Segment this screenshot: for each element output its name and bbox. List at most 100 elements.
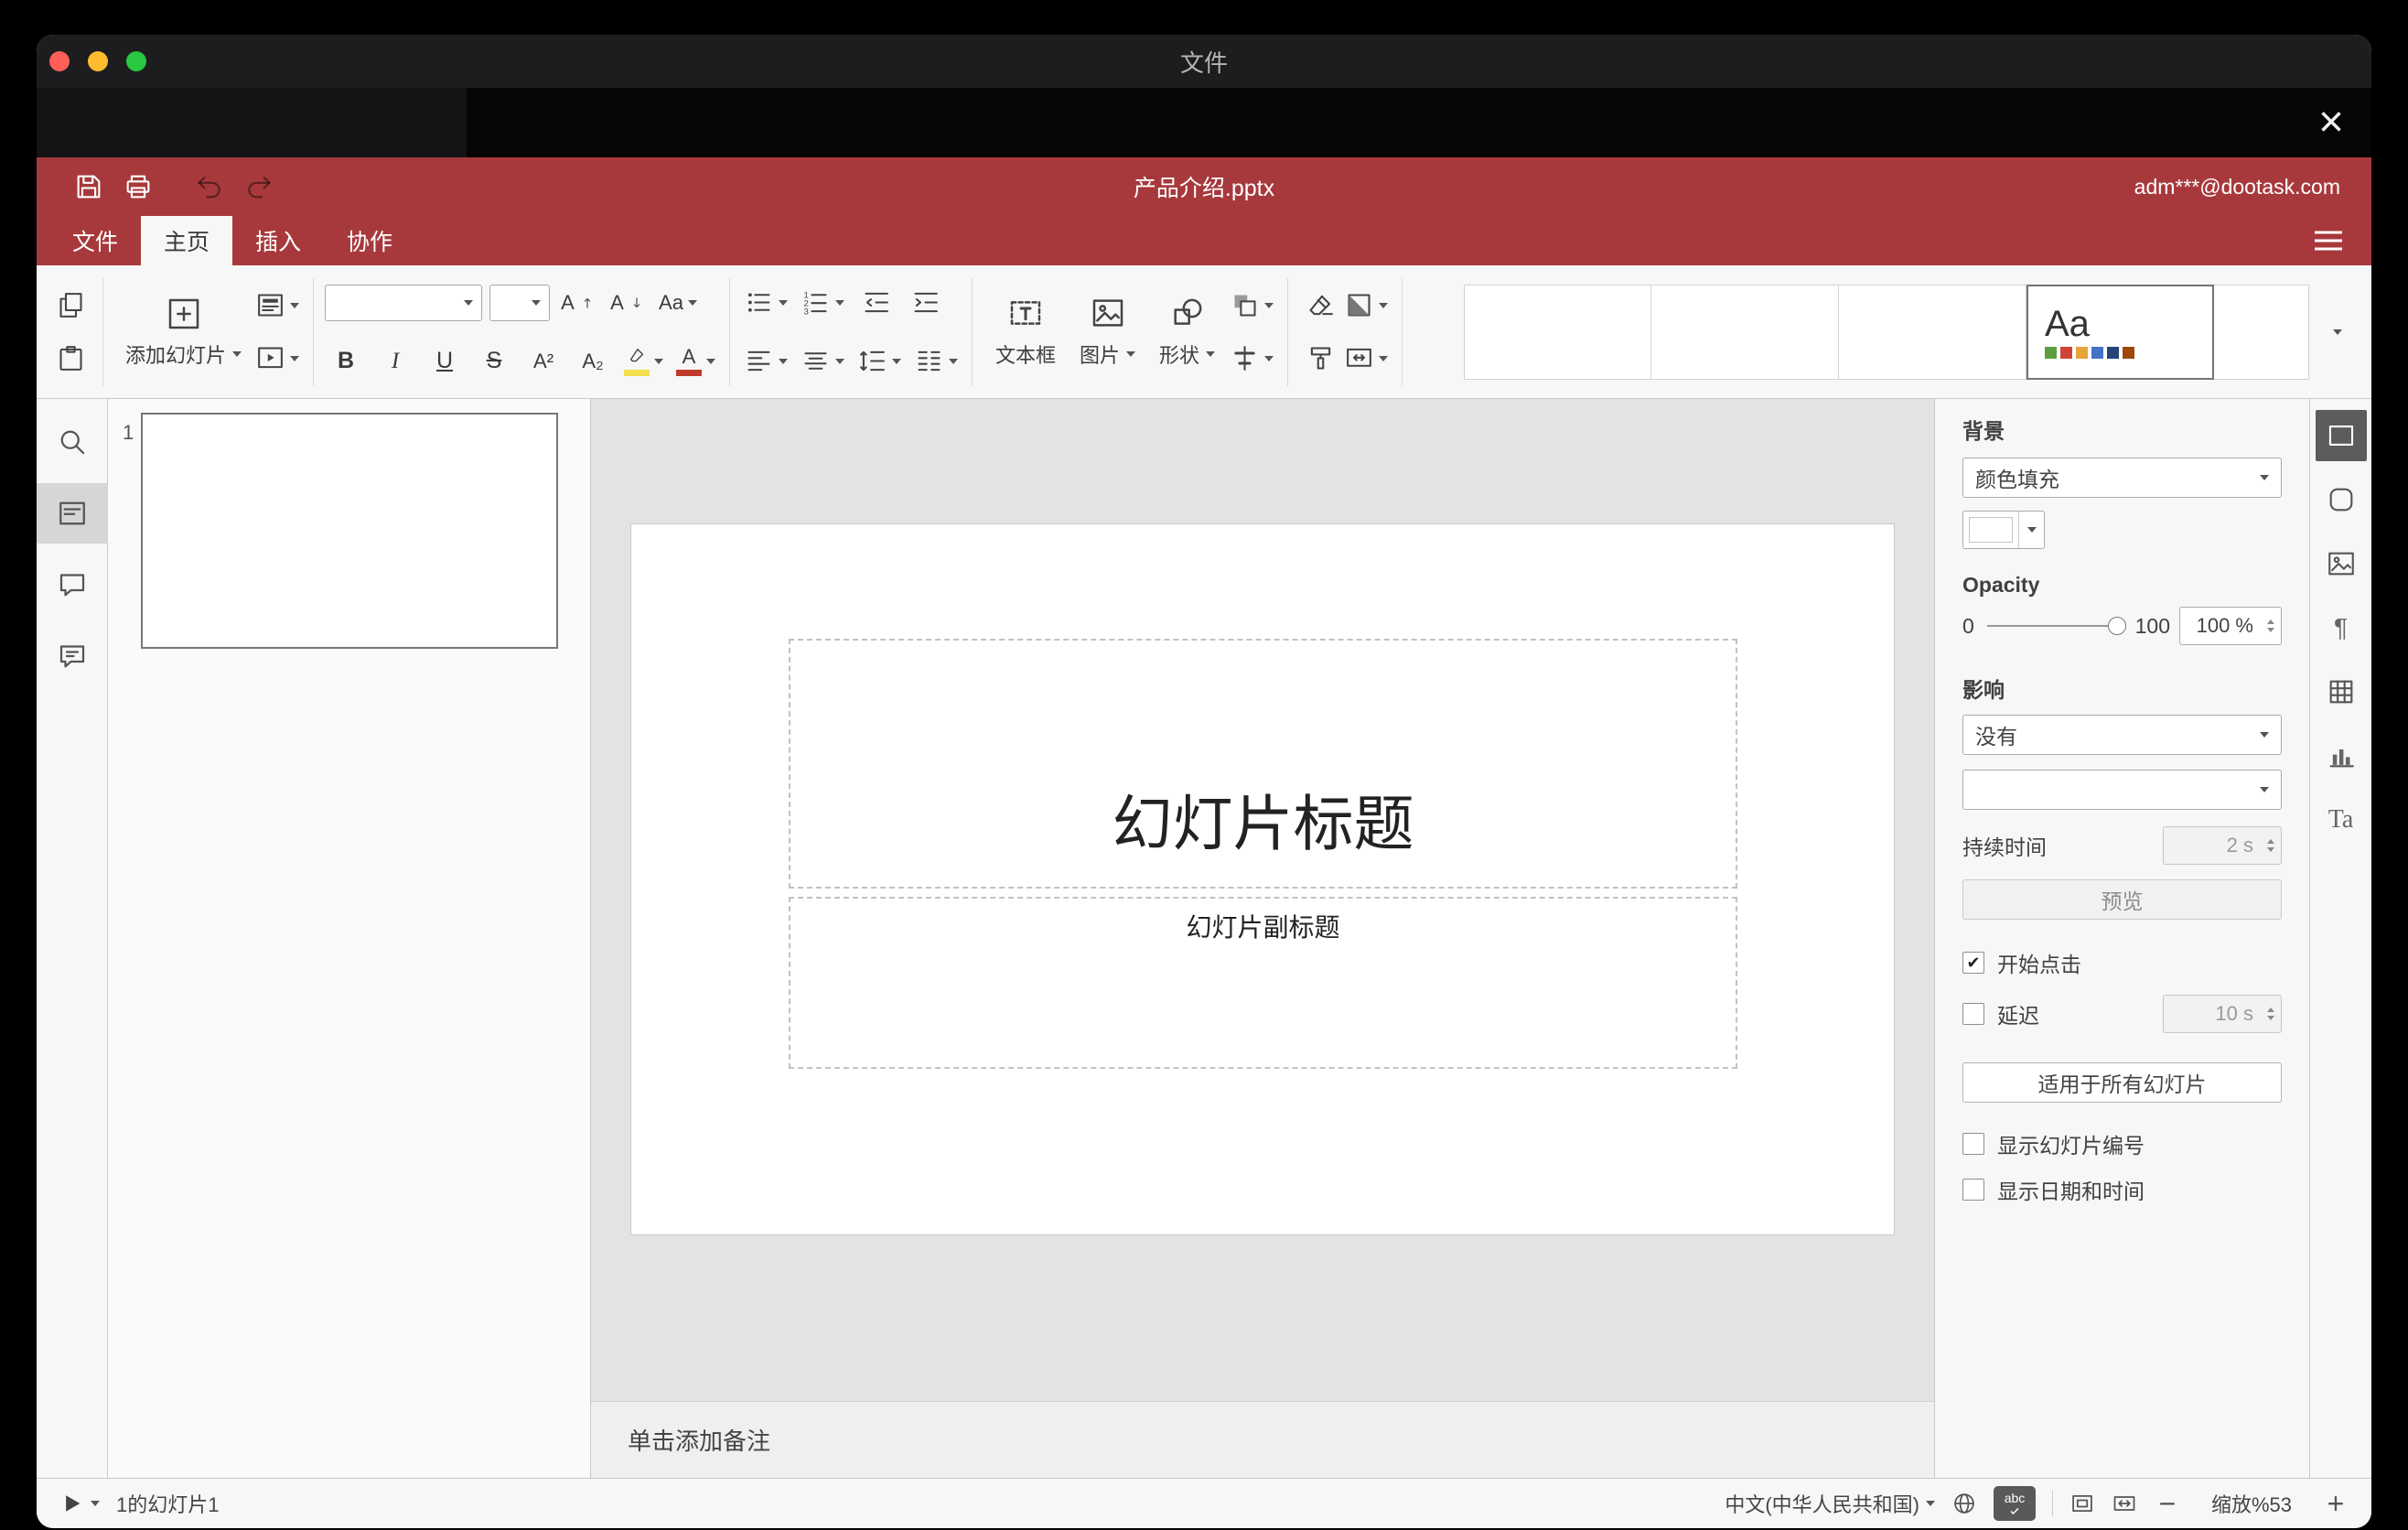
slide-thumbnail[interactable] (141, 413, 558, 649)
start-slideshow-button[interactable] (253, 335, 302, 382)
decrease-font-button[interactable]: A (607, 279, 649, 327)
shape-settings-tab[interactable] (2316, 474, 2367, 525)
duration-input[interactable]: 2 s (2163, 826, 2282, 865)
underline-button[interactable]: U (424, 338, 466, 385)
spellcheck-toggle[interactable]: abc (1994, 1486, 2036, 1521)
fit-slide-button[interactable] (2069, 1491, 2095, 1516)
font-name-select[interactable] (325, 284, 483, 321)
show-slide-number-checkbox[interactable] (1962, 1133, 1984, 1155)
background-fill-select[interactable]: 颜色填充 (1962, 458, 2282, 498)
paragraph-settings-tab[interactable]: ¶ (2316, 602, 2367, 653)
font-color-button[interactable]: A (673, 338, 718, 385)
copy-style-button[interactable] (1299, 335, 1341, 382)
close-traffic-light[interactable] (49, 51, 70, 71)
arrange-shape-button[interactable] (1227, 282, 1276, 329)
apply-to-all-button[interactable]: 适用于所有幻灯片 (1962, 1062, 2282, 1103)
bold-button[interactable]: B (325, 338, 367, 385)
change-case-button[interactable]: Aa (656, 279, 700, 327)
title-placeholder[interactable]: 幻灯片标题 (789, 639, 1737, 889)
theme-option[interactable] (1651, 284, 1839, 380)
slide-settings-tab[interactable] (2315, 410, 2367, 461)
font-size-select[interactable] (489, 284, 551, 321)
notes-area[interactable]: 单击添加备注 (591, 1401, 1934, 1478)
opacity-slider[interactable] (1986, 617, 2126, 635)
spinner-arrows-icon[interactable] (2267, 996, 2274, 1032)
effect-select[interactable]: 没有 (1962, 715, 2282, 755)
copy-button[interactable] (49, 282, 91, 329)
opacity-min: 0 (1962, 613, 1974, 638)
highlight-color-button[interactable] (621, 338, 666, 385)
numbered-list-button[interactable]: 123 (798, 279, 847, 327)
add-slide-button[interactable]: 添加幻灯片 (114, 296, 253, 369)
paste-button[interactable] (49, 335, 91, 382)
opacity-input[interactable]: 100 % (2179, 607, 2282, 645)
subscript-button[interactable]: A₂ (572, 338, 614, 385)
start-slideshow-status-button[interactable] (59, 1491, 100, 1516)
tab-insert[interactable]: 插入 (232, 216, 324, 265)
italic-button[interactable]: I (374, 338, 416, 385)
slide[interactable]: 幻灯片标题 幻灯片副标题 (631, 524, 1894, 1234)
redo-button[interactable] (234, 162, 284, 211)
show-date-time-checkbox[interactable] (1962, 1179, 1984, 1201)
undo-button[interactable] (185, 162, 234, 211)
background-color-picker[interactable] (1962, 511, 2045, 549)
print-button[interactable] (113, 162, 163, 211)
fullscreen-traffic-light[interactable] (126, 51, 146, 71)
slides-panel-button[interactable] (37, 483, 108, 544)
effect-variant-select[interactable] (1962, 770, 2282, 810)
vertical-align-button[interactable] (798, 338, 847, 385)
zoom-in-button[interactable]: + (2322, 1489, 2349, 1518)
tab-home[interactable]: 主页 (141, 216, 233, 265)
language-selector[interactable]: 中文(中华人民共和国) (1725, 1489, 1935, 1518)
theme-option[interactable] (1464, 284, 1651, 380)
tab-collaboration[interactable]: 协作 (324, 216, 415, 265)
delay-checkbox[interactable] (1962, 1003, 1984, 1025)
document-language-button[interactable] (1951, 1491, 1977, 1516)
preview-button[interactable]: 预览 (1962, 879, 2282, 920)
text-box-button[interactable]: 文本框 (984, 276, 1068, 388)
strikethrough-button[interactable]: S (473, 338, 515, 385)
slide-canvas[interactable]: 幻灯片标题 幻灯片副标题 (591, 399, 1934, 1401)
theme-gallery-expand-button[interactable] (2317, 276, 2359, 388)
search-button[interactable] (37, 412, 108, 472)
fill-select-value: 颜色填充 (1975, 468, 2059, 491)
slider-knob[interactable] (2107, 617, 2126, 635)
table-settings-tab[interactable] (2316, 666, 2367, 717)
line-spacing-button[interactable] (855, 338, 904, 385)
decrease-indent-button[interactable] (855, 279, 897, 327)
save-button[interactable] (64, 162, 113, 211)
slide-size-button[interactable] (1341, 335, 1391, 382)
spinner-arrows-icon[interactable] (2267, 827, 2274, 864)
clear-style-button[interactable] (1299, 282, 1341, 329)
delay-input[interactable]: 10 s (2163, 995, 2282, 1033)
slide-settings-panel: 背景 颜色填充 Opacity 0 100 100 % 影响 没有 持续时间 2… (1934, 399, 2309, 1478)
theme-option[interactable] (2214, 284, 2309, 380)
chart-settings-tab[interactable] (2316, 730, 2367, 781)
tab-file[interactable]: 文件 (49, 216, 141, 265)
increase-font-button[interactable]: A (557, 279, 599, 327)
spinner-arrows-icon[interactable] (2267, 608, 2274, 644)
increase-indent-button[interactable] (904, 279, 946, 327)
theme-option-selected[interactable]: Aa (2026, 284, 2214, 380)
minimize-traffic-light[interactable] (88, 51, 108, 71)
zoom-out-button[interactable]: − (2154, 1489, 2181, 1518)
bullet-list-button[interactable] (741, 279, 790, 327)
textart-settings-tab[interactable]: Ta (2316, 794, 2367, 846)
chat-button[interactable] (37, 626, 108, 686)
subtitle-placeholder[interactable]: 幻灯片副标题 (789, 897, 1737, 1069)
fit-width-button[interactable] (2112, 1491, 2137, 1516)
horizontal-align-button[interactable] (741, 338, 790, 385)
image-settings-tab[interactable] (2316, 538, 2367, 589)
color-scheme-button[interactable] (1341, 282, 1391, 329)
hamburger-menu-icon[interactable] (2315, 231, 2342, 251)
insert-image-button[interactable]: 图片 (1068, 276, 1147, 388)
start-on-click-checkbox[interactable]: ✔ (1962, 952, 1984, 974)
align-shape-button[interactable] (1227, 335, 1276, 382)
theme-option[interactable] (1839, 284, 2026, 380)
superscript-button[interactable]: A² (522, 338, 564, 385)
comments-button[interactable] (37, 555, 108, 615)
close-icon[interactable]: × (2318, 101, 2344, 145)
slide-layout-button[interactable] (253, 282, 302, 329)
columns-button[interactable] (911, 338, 961, 385)
insert-shape-button[interactable]: 形状 (1147, 276, 1227, 388)
